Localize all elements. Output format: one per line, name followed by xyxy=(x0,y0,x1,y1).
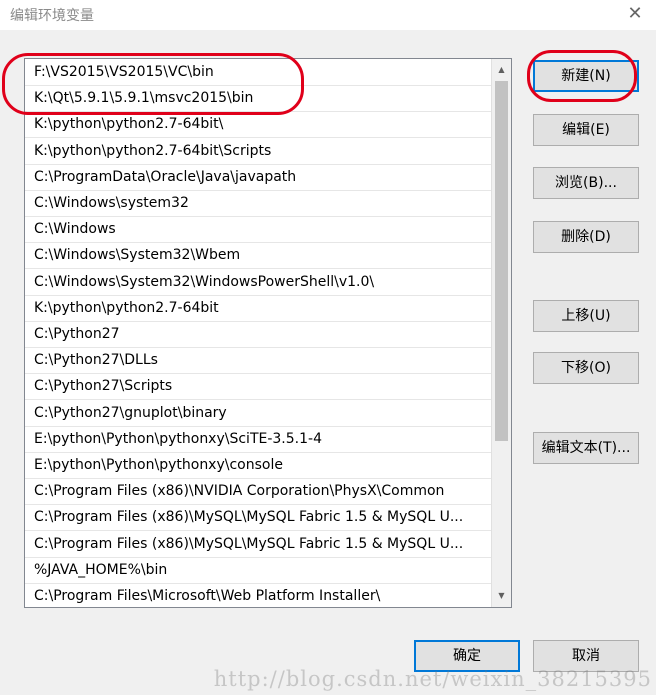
path-list-item[interactable]: C:\Program Files (x86)\MySQL\MySQL Fabri… xyxy=(25,532,491,558)
path-list-item[interactable]: C:\Windows\System32\WindowsPowerShell\v1… xyxy=(25,270,491,296)
path-list-item[interactable]: K:\Qt\5.9.1\5.9.1\msvc2015\bin xyxy=(25,86,491,113)
scrollbar-thumb[interactable] xyxy=(495,81,508,441)
path-list-item[interactable]: C:\Python27 xyxy=(25,322,491,348)
close-icon[interactable]: ✕ xyxy=(622,2,648,26)
path-list-item[interactable]: K:\python\python2.7-64bit xyxy=(25,296,491,322)
path-list-item[interactable]: C:\Windows\system32 xyxy=(25,191,491,217)
scroll-up-icon[interactable]: ▲ xyxy=(492,61,511,79)
path-list-item[interactable]: C:\ProgramData\Oracle\Java\javapath xyxy=(25,165,491,191)
scroll-down-icon[interactable]: ▼ xyxy=(492,587,511,605)
title-bar: 编辑环境变量 ✕ xyxy=(0,0,656,30)
path-list-item[interactable]: E:\python\Python\pythonxy\SciTE-3.5.1-4 xyxy=(25,427,491,453)
path-list-item[interactable]: E:\python\Python\pythonxy\console xyxy=(25,453,491,479)
path-list-item[interactable]: C:\Python27\DLLs xyxy=(25,348,491,375)
path-list-item[interactable]: K:\python\python2.7-64bit\Scripts xyxy=(25,139,491,165)
path-list-item[interactable]: C:\Python27\gnuplot\binary xyxy=(25,401,491,427)
watermark: http://blog.csdn.net/weixin_38215395 xyxy=(213,667,652,691)
move-down-button[interactable]: 下移(O) xyxy=(533,352,639,384)
browse-button[interactable]: 浏览(B)... xyxy=(533,167,639,199)
path-list[interactable]: F:\VS2015\VS2015\VC\bin K:\Qt\5.9.1\5.9.1… xyxy=(24,58,512,608)
path-list-item[interactable]: %JAVA_HOME%\bin xyxy=(25,558,491,584)
path-list-item[interactable]: F:\VS2015\VS2015\VC\bin xyxy=(25,60,491,86)
path-list-item[interactable]: C:\Program Files\Microsoft\Web Platform … xyxy=(25,584,491,607)
path-list-item[interactable]: K:\python\python2.7-64bit\ xyxy=(25,112,491,139)
window-title: 编辑环境变量 xyxy=(10,8,94,24)
path-list-item[interactable]: C:\Program Files (x86)\NVIDIA Corporatio… xyxy=(25,479,491,506)
edit-button[interactable]: 编辑(E) xyxy=(533,114,639,146)
path-list-item[interactable]: C:\Program Files (x86)\MySQL\MySQL Fabri… xyxy=(25,505,491,532)
list-scrollbar[interactable]: ▲ ▼ xyxy=(491,59,511,607)
path-list-item[interactable]: C:\Windows\System32\Wbem xyxy=(25,243,491,270)
path-list-item[interactable]: C:\Python27\Scripts xyxy=(25,374,491,401)
delete-button[interactable]: 删除(D) xyxy=(533,221,639,253)
new-button[interactable]: 新建(N) xyxy=(533,60,639,92)
edit-text-button[interactable]: 编辑文本(T)... xyxy=(533,432,639,464)
move-up-button[interactable]: 上移(U) xyxy=(533,300,639,332)
path-list-item[interactable]: C:\Windows xyxy=(25,217,491,244)
